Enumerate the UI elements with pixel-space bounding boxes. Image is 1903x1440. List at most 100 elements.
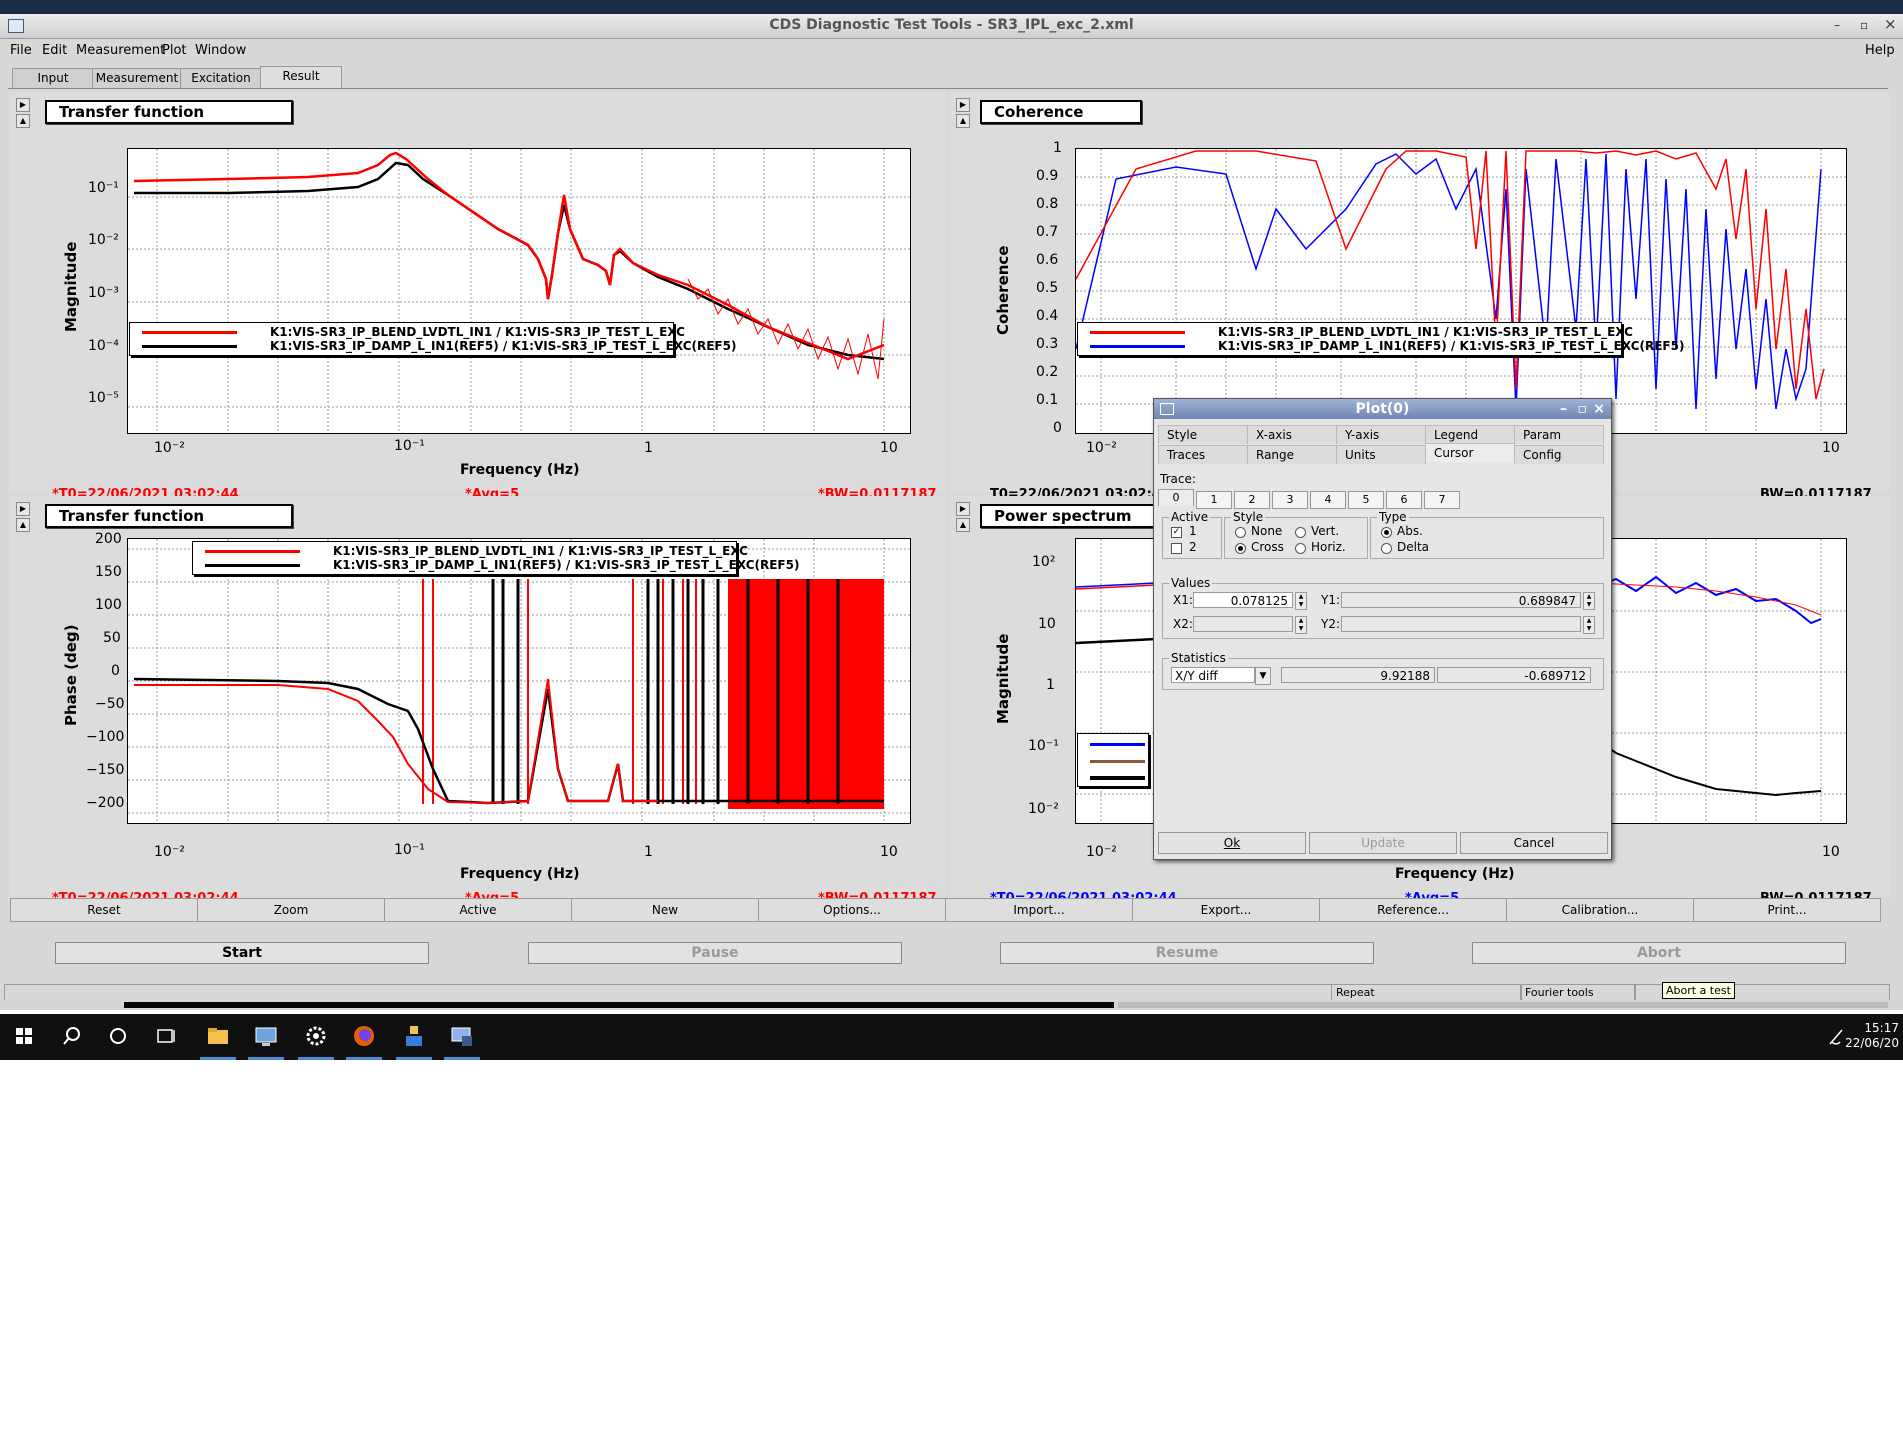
reference-button[interactable]: Reference... [1319,898,1507,922]
x-tick: 10⁻² [1086,844,1117,860]
panel-expand-icon[interactable]: ▶ [956,98,970,112]
x1-field[interactable]: 0.078125 [1193,592,1293,608]
import-button[interactable]: Import... [945,898,1133,922]
panel-expand-icon[interactable]: ▶ [16,502,30,516]
dialog-tab-units[interactable]: Units [1336,445,1426,464]
y2-spinner[interactable]: ▲ ▼ [1583,616,1595,634]
active-2-checkbox[interactable] [1171,543,1182,554]
trace-tab-6[interactable]: 6 [1386,491,1422,509]
export-button[interactable]: Export... [1132,898,1320,922]
dialog-tab-x-axis[interactable]: X-axis [1247,425,1337,444]
settings-gear-icon[interactable] [302,1022,330,1050]
style-horiz-radio[interactable] [1295,543,1306,554]
zoom-button[interactable]: Zoom [197,898,385,922]
tab-input[interactable]: Input [12,68,94,88]
close-button[interactable]: × [1884,15,1897,33]
options-button[interactable]: Options... [758,898,946,922]
active-button[interactable]: Active [384,898,572,922]
menu-plot[interactable]: Plot [162,43,187,58]
cortana-icon[interactable] [104,1022,132,1050]
menu-help[interactable]: Help [1865,43,1895,58]
trace-tab-1[interactable]: 1 [1196,491,1232,509]
style-vert-radio[interactable] [1295,527,1306,538]
menu-window[interactable]: Window [195,43,246,58]
menu-edit[interactable]: Edit [42,43,67,58]
dialog-tab-config[interactable]: Config [1514,445,1604,464]
y-tick: 10⁻⁵ [88,390,119,406]
y1-spinner[interactable]: ▲ ▼ [1583,592,1595,610]
maximize-button[interactable]: ▫ [1860,18,1868,32]
dialog-close-button[interactable]: × [1593,399,1605,419]
type-delta-radio[interactable] [1381,543,1392,554]
scrollbar-track[interactable] [1118,1002,1888,1008]
computer-app-icon[interactable] [448,1022,476,1050]
minimize-button[interactable]: – [1834,18,1840,32]
network-app-icon[interactable] [400,1022,428,1050]
type-abs-radio[interactable] [1381,527,1392,538]
tab-excitation[interactable]: Excitation [180,68,262,88]
active-1-checkbox[interactable]: ✓ [1171,527,1182,538]
active-app-indicator [396,1057,432,1060]
plot-area-phase[interactable] [127,538,911,824]
trace-tab-7[interactable]: 7 [1424,491,1460,509]
tab-measurement[interactable]: Measurement [92,68,182,88]
trace-tab-0[interactable]: 0 [1158,489,1194,506]
dialog-maximize-button[interactable]: ▫ [1578,399,1588,419]
plot-area-coherence[interactable] [1075,148,1847,434]
chevron-down-icon[interactable]: ▼ [1255,667,1271,685]
menu-file[interactable]: File [10,43,32,58]
panel-collapse-icon[interactable]: ▲ [956,518,970,532]
firefox-icon[interactable] [350,1022,378,1050]
y2-field[interactable] [1341,616,1581,632]
trace-tab-4[interactable]: 4 [1310,491,1346,509]
tab-result[interactable]: Result [260,66,342,88]
dialog-tab-cursor[interactable]: Cursor [1425,443,1515,462]
print-button[interactable]: Print... [1693,898,1881,922]
horizontal-scrollbar[interactable] [0,1000,1903,1010]
cancel-button[interactable]: Cancel [1460,832,1608,854]
x1-spinner[interactable]: ▲ ▼ [1295,592,1307,610]
trace-tab-2[interactable]: 2 [1234,491,1270,509]
dialog-tab-traces[interactable]: Traces [1158,445,1248,464]
x-tick: 10⁻² [154,844,185,860]
dialog-tab-legend[interactable]: Legend [1425,425,1515,444]
task-view-icon[interactable] [152,1022,180,1050]
y1-field[interactable]: 0.689847 [1341,592,1581,608]
search-icon[interactable] [58,1022,86,1050]
file-explorer-icon[interactable] [204,1022,232,1050]
plot-area-magnitude[interactable] [127,148,911,434]
calibration-button[interactable]: Calibration... [1506,898,1694,922]
abort-button[interactable]: Abort [1472,942,1846,964]
panel-expand-icon[interactable]: ▶ [956,502,970,516]
x2-spinner[interactable]: ▲ ▼ [1295,616,1307,634]
trace-tab-3[interactable]: 3 [1272,491,1308,509]
dialog-tab-range[interactable]: Range [1247,445,1337,464]
remote-desktop-icon[interactable] [252,1022,280,1050]
ok-button[interactable]: Ok [1158,832,1306,854]
taskbar-clock[interactable]: 15:17 22/06/20 [1845,1021,1899,1051]
y-tick: 1 [1053,140,1062,156]
panel-expand-icon[interactable]: ▶ [16,98,30,112]
statistics-select[interactable]: X/Y diff [1171,667,1255,683]
dialog-tab-y-axis[interactable]: Y-axis [1336,425,1426,444]
dialog-minimize-button[interactable]: – [1560,399,1567,419]
pause-button[interactable]: Pause [528,942,902,964]
legend-power [1077,733,1149,787]
style-none-radio[interactable] [1235,527,1246,538]
panel-collapse-icon[interactable]: ▲ [956,114,970,128]
panel-collapse-icon[interactable]: ▲ [16,518,30,532]
dialog-tab-style[interactable]: Style [1158,425,1248,444]
scrollbar-thumb[interactable] [124,1002,1114,1008]
style-cross-radio[interactable] [1235,543,1246,554]
update-button[interactable]: Update [1309,832,1457,854]
x2-field[interactable] [1193,616,1293,632]
new-button[interactable]: New [571,898,759,922]
panel-collapse-icon[interactable]: ▲ [16,114,30,128]
windows-start-icon[interactable] [10,1022,38,1050]
resume-button[interactable]: Resume [1000,942,1374,964]
start-button[interactable]: Start [55,942,429,964]
menu-measurement[interactable]: Measurement [76,43,165,58]
trace-tab-5[interactable]: 5 [1348,491,1384,509]
reset-button[interactable]: Reset [10,898,198,922]
dialog-tab-param[interactable]: Param [1514,425,1604,444]
